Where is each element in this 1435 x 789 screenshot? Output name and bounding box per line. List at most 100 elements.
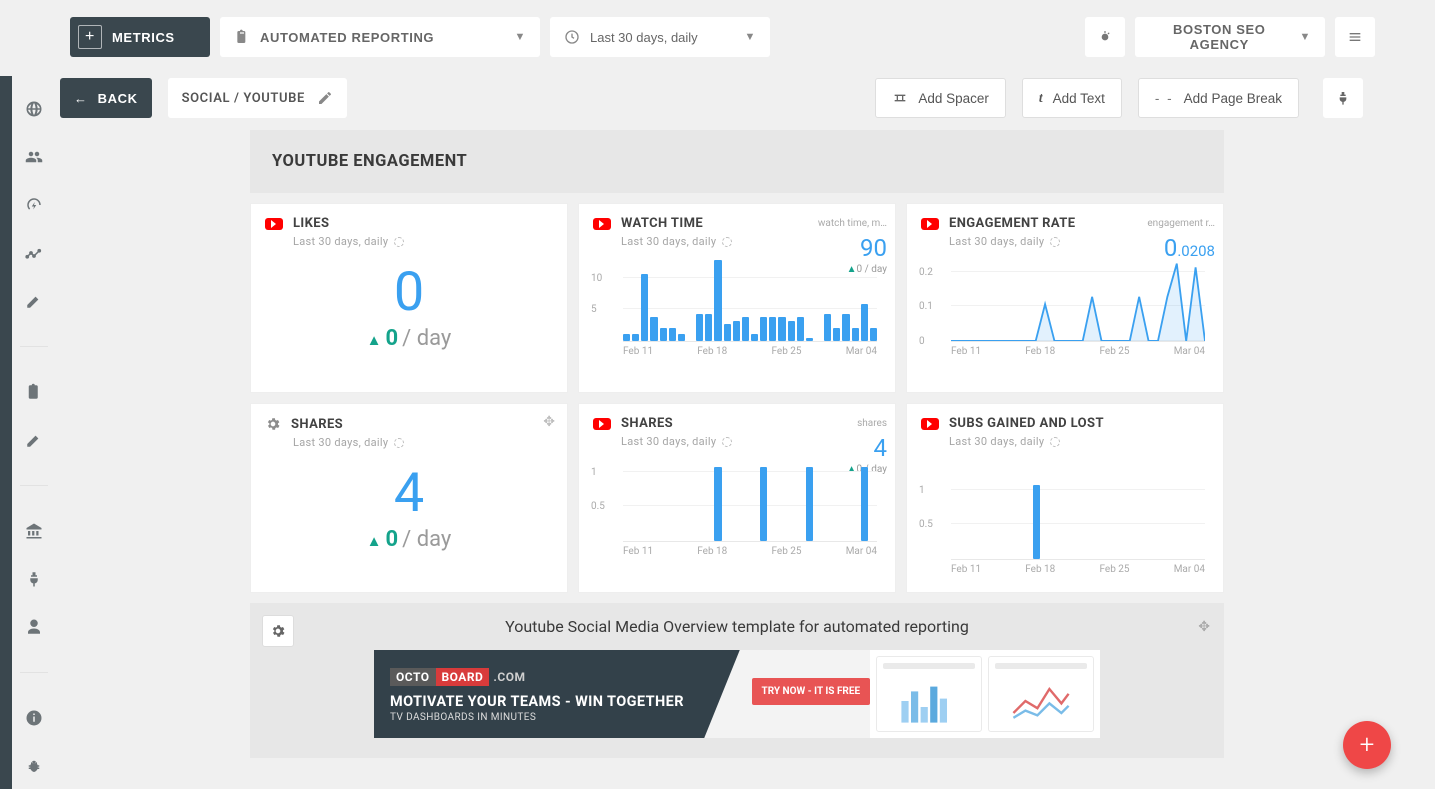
up-triangle-icon: ▲ — [367, 331, 382, 349]
clock-icon — [564, 29, 580, 45]
banner-mock-preview — [870, 650, 1100, 738]
separator — [20, 346, 48, 347]
move-handle-icon[interactable]: ✥ — [1198, 619, 1210, 635]
card-title: SUBS GAINED AND LOST — [949, 416, 1104, 431]
banner-settings-button[interactable] — [262, 615, 294, 647]
add-page-break-button[interactable]: - - Add Page Break — [1138, 78, 1299, 118]
card-subtitle: Last 30 days, daily — [621, 235, 881, 248]
card-subtitle: Last 30 days, daily — [621, 435, 881, 448]
chevron-down-icon: ▼ — [745, 31, 757, 43]
sun-moon-icon — [1097, 29, 1113, 45]
separator — [20, 672, 48, 673]
pencil-icon[interactable] — [317, 90, 333, 106]
card-subtitle: Last 30 days, daily — [293, 235, 553, 248]
add-text-button[interactable]: t Add Text — [1022, 78, 1122, 118]
main-content: YOUTUBE ENGAGEMENT LIKES Last 30 days, d… — [250, 130, 1224, 789]
card-subtitle: Last 30 days, daily — [293, 436, 553, 449]
account-icon[interactable] — [25, 618, 43, 636]
card-shares-chart[interactable]: SHARES Last 30 days, daily shares 4 ▲0 /… — [578, 403, 896, 593]
plug-icon[interactable] — [25, 570, 43, 588]
page-break-icon: - - — [1155, 91, 1174, 106]
watch-value: 90 — [847, 234, 887, 262]
move-handle-icon[interactable]: ✥ — [543, 414, 555, 430]
card-subtitle: Last 30 days, daily — [949, 435, 1209, 448]
youtube-icon — [593, 418, 611, 430]
add-text-label: Add Text — [1053, 91, 1105, 106]
banner-brand: OCTOBOARD.COM — [390, 670, 525, 684]
arrow-left-icon: ← — [74, 91, 88, 106]
theme-toggle-button[interactable] — [1085, 17, 1125, 57]
shares-delta: ▲0/ day — [265, 527, 553, 552]
metric-caption: shares — [857, 418, 887, 429]
metrics-button[interactable]: + METRICS — [70, 17, 210, 57]
daterange-dropdown[interactable]: Last 30 days, daily ▼ — [550, 17, 770, 57]
chevron-down-icon: ▼ — [1300, 31, 1312, 43]
speed-icon[interactable] — [25, 196, 43, 214]
info-icon[interactable] — [25, 709, 43, 727]
target-icon — [1050, 237, 1060, 247]
globe-icon[interactable] — [25, 100, 43, 118]
youtube-icon — [265, 218, 283, 230]
gear-icon[interactable] — [265, 416, 281, 432]
reporting-label: AUTOMATED REPORTING — [260, 30, 434, 45]
target-icon — [1050, 437, 1060, 447]
target-icon — [722, 237, 732, 247]
spacer-icon — [892, 90, 908, 106]
add-page-break-label: Add Page Break — [1184, 91, 1282, 106]
card-likes[interactable]: LIKES Last 30 days, daily 0 ▲0/ day — [250, 203, 568, 393]
card-title: WATCH TIME — [621, 216, 703, 231]
back-label: BACK — [98, 91, 138, 106]
breadcrumb-text: SOCIAL / YOUTUBE — [182, 91, 305, 106]
metrics-label: METRICS — [112, 30, 175, 45]
plugin-button[interactable] — [1323, 78, 1363, 118]
separator — [20, 485, 48, 486]
target-icon — [394, 237, 404, 247]
plus-icon: + — [78, 25, 102, 49]
shares-value: 4 — [265, 467, 553, 521]
metric-caption: watch time, m… — [818, 218, 887, 229]
engagement-value: 0.0208 — [1164, 234, 1215, 262]
banner-cta-button[interactable]: TRY NOW - IT IS FREE — [752, 678, 871, 705]
chart-line-icon[interactable] — [25, 244, 43, 262]
banner-headline: MOTIVATE YOUR TEAMS - WIN TOGETHER — [390, 693, 765, 710]
banner-title: Youtube Social Media Overview template f… — [264, 617, 1210, 636]
card-engagement-rate[interactable]: ENGAGEMENT RATE Last 30 days, daily enga… — [906, 203, 1224, 393]
left-sidebar — [0, 76, 12, 789]
card-watch-time[interactable]: WATCH TIME Last 30 days, daily watch tim… — [578, 203, 896, 393]
card-subs[interactable]: SUBS GAINED AND LOST Last 30 days, daily… — [906, 403, 1224, 593]
back-button[interactable]: ← BACK — [60, 78, 152, 118]
add-spacer-label: Add Spacer — [918, 91, 989, 106]
likes-value: 0 — [265, 266, 553, 320]
target-icon — [722, 437, 732, 447]
bug-icon[interactable] — [25, 757, 43, 775]
card-title: ENGAGEMENT RATE — [949, 216, 1075, 231]
text-icon: t — [1039, 90, 1043, 106]
target-icon — [394, 438, 404, 448]
hamburger-icon — [1347, 29, 1363, 45]
reporting-dropdown[interactable]: AUTOMATED REPORTING ▼ — [220, 17, 540, 57]
add-fab-button[interactable]: + — [1343, 721, 1391, 769]
chevron-down-icon: ▼ — [515, 31, 527, 43]
clipboard-icon[interactable] — [25, 383, 43, 401]
menu-button[interactable] — [1335, 17, 1375, 57]
card-title: LIKES — [293, 216, 329, 231]
clipboard-icon — [234, 29, 250, 45]
add-spacer-button[interactable]: Add Spacer — [875, 78, 1006, 118]
agency-label: BOSTON SEO AGENCY — [1149, 22, 1290, 52]
edit-icon[interactable] — [25, 292, 43, 310]
banner-card[interactable]: ✥ Youtube Social Media Overview template… — [250, 603, 1224, 758]
banner-sub: TV DASHBOARDS IN MINUTES — [390, 712, 765, 723]
card-title: SHARES — [291, 417, 343, 432]
daterange-label: Last 30 days, daily — [590, 30, 698, 45]
bank-icon[interactable] — [25, 522, 43, 540]
card-shares-summary[interactable]: ✥ SHARES Last 30 days, daily 4 ▲0/ day — [250, 403, 568, 593]
edit2-icon[interactable] — [25, 431, 43, 449]
youtube-icon — [593, 218, 611, 230]
card-title: SHARES — [621, 416, 673, 431]
agency-dropdown[interactable]: BOSTON SEO AGENCY ▼ — [1135, 17, 1325, 57]
promo-banner[interactable]: OCTOBOARD.COM MOTIVATE YOUR TEAMS - WIN … — [374, 650, 1100, 738]
people-icon[interactable] — [25, 148, 43, 166]
breadcrumb[interactable]: SOCIAL / YOUTUBE — [168, 78, 347, 118]
up-triangle-icon: ▲ — [367, 532, 382, 550]
plug-icon — [1335, 90, 1351, 106]
